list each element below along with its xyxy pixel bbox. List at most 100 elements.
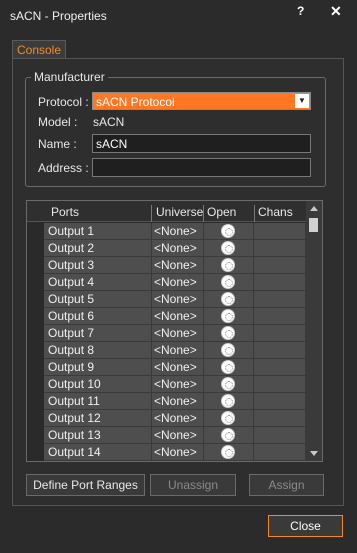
knob-icon[interactable]: [221, 224, 235, 238]
open-cell[interactable]: [204, 376, 254, 392]
header-universe[interactable]: Universe: [156, 205, 203, 219]
close-button[interactable]: Close: [268, 515, 343, 537]
universe-cell[interactable]: <None>: [152, 342, 204, 358]
table-row[interactable]: Output 4 <None>: [44, 274, 306, 291]
table-row[interactable]: Output 13 <None>: [44, 427, 306, 444]
address-field[interactable]: [92, 158, 311, 177]
port-cell[interactable]: Output 10: [44, 376, 152, 392]
universe-cell[interactable]: <None>: [152, 240, 204, 256]
knob-icon[interactable]: [221, 309, 235, 323]
chans-cell[interactable]: [254, 325, 306, 341]
chans-cell[interactable]: [254, 393, 306, 409]
chans-cell[interactable]: [254, 240, 306, 256]
universe-cell[interactable]: <None>: [152, 376, 204, 392]
open-cell[interactable]: [204, 325, 254, 341]
open-cell[interactable]: [204, 393, 254, 409]
universe-cell[interactable]: <None>: [152, 427, 204, 443]
chans-cell[interactable]: [254, 444, 306, 460]
chans-cell[interactable]: [254, 359, 306, 375]
knob-icon[interactable]: [221, 275, 235, 289]
universe-cell[interactable]: <None>: [152, 257, 204, 273]
knob-icon[interactable]: [221, 292, 235, 306]
open-cell[interactable]: [204, 240, 254, 256]
port-cell[interactable]: Output 6: [44, 308, 152, 324]
row-header[interactable]: [27, 342, 44, 359]
open-cell[interactable]: [204, 427, 254, 443]
row-header[interactable]: [27, 359, 44, 376]
table-row[interactable]: Output 12 <None>: [44, 410, 306, 427]
table-row[interactable]: Output 14 <None>: [44, 444, 306, 461]
open-cell[interactable]: [204, 359, 254, 375]
universe-cell[interactable]: <None>: [152, 223, 204, 239]
define-port-ranges-button[interactable]: Define Port Ranges: [26, 474, 145, 496]
open-cell[interactable]: [204, 257, 254, 273]
universe-cell[interactable]: <None>: [152, 274, 204, 290]
open-cell[interactable]: [204, 410, 254, 426]
row-header[interactable]: [27, 223, 44, 240]
port-cell[interactable]: Output 11: [44, 393, 152, 409]
table-row[interactable]: Output 8 <None>: [44, 342, 306, 359]
row-header[interactable]: [27, 291, 44, 308]
chans-cell[interactable]: [254, 291, 306, 307]
scroll-up-icon[interactable]: [310, 206, 318, 211]
tab-console[interactable]: Console: [12, 40, 66, 59]
chans-cell[interactable]: [254, 376, 306, 392]
knob-icon[interactable]: [221, 241, 235, 255]
row-header[interactable]: [27, 257, 44, 274]
row-header[interactable]: [27, 325, 44, 342]
open-cell[interactable]: [204, 444, 254, 460]
universe-cell[interactable]: <None>: [152, 410, 204, 426]
universe-cell[interactable]: <None>: [152, 359, 204, 375]
chans-cell[interactable]: [254, 257, 306, 273]
universe-cell[interactable]: <None>: [152, 444, 204, 460]
chans-cell[interactable]: [254, 342, 306, 358]
chans-cell[interactable]: [254, 427, 306, 443]
chans-cell[interactable]: [254, 274, 306, 290]
row-header[interactable]: [27, 444, 44, 461]
port-cell[interactable]: Output 4: [44, 274, 152, 290]
assign-button[interactable]: Assign: [249, 474, 324, 496]
ports-grid[interactable]: Ports Universe Open Chans Output 1 <None>…: [26, 200, 323, 462]
row-header[interactable]: [27, 274, 44, 291]
row-header[interactable]: [27, 393, 44, 410]
knob-icon[interactable]: [221, 360, 235, 374]
knob-icon[interactable]: [221, 343, 235, 357]
header-chans[interactable]: Chans: [258, 205, 293, 219]
knob-icon[interactable]: [221, 428, 235, 442]
table-row[interactable]: Output 6 <None>: [44, 308, 306, 325]
port-cell[interactable]: Output 9: [44, 359, 152, 375]
port-cell[interactable]: Output 13: [44, 427, 152, 443]
table-row[interactable]: Output 1 <None>: [44, 223, 306, 240]
open-cell[interactable]: [204, 274, 254, 290]
row-header[interactable]: [27, 376, 44, 393]
help-icon[interactable]: ?: [297, 4, 304, 18]
port-cell[interactable]: Output 12: [44, 410, 152, 426]
name-field[interactable]: [92, 134, 311, 153]
unassign-button[interactable]: Unassign: [150, 474, 236, 496]
universe-cell[interactable]: <None>: [152, 291, 204, 307]
chans-cell[interactable]: [254, 410, 306, 426]
row-header[interactable]: [27, 427, 44, 444]
open-cell[interactable]: [204, 308, 254, 324]
row-header[interactable]: [27, 240, 44, 257]
port-cell[interactable]: Output 1: [44, 223, 152, 239]
universe-cell[interactable]: <None>: [152, 393, 204, 409]
scroll-down-icon[interactable]: [310, 451, 318, 456]
knob-icon[interactable]: [221, 411, 235, 425]
universe-cell[interactable]: <None>: [152, 325, 204, 341]
row-header[interactable]: [27, 410, 44, 427]
table-row[interactable]: Output 5 <None>: [44, 291, 306, 308]
table-row[interactable]: Output 3 <None>: [44, 257, 306, 274]
close-icon[interactable]: ✕: [330, 3, 342, 20]
port-cell[interactable]: Output 8: [44, 342, 152, 358]
knob-icon[interactable]: [221, 445, 235, 459]
knob-icon[interactable]: [221, 258, 235, 272]
protocol-select[interactable]: sACN Protocol ▼: [92, 92, 311, 110]
header-open[interactable]: Open: [207, 205, 236, 219]
header-ports[interactable]: Ports: [51, 205, 79, 219]
table-row[interactable]: Output 11 <None>: [44, 393, 306, 410]
knob-icon[interactable]: [221, 326, 235, 340]
row-header[interactable]: [27, 308, 44, 325]
universe-cell[interactable]: <None>: [152, 308, 204, 324]
table-row[interactable]: Output 2 <None>: [44, 240, 306, 257]
